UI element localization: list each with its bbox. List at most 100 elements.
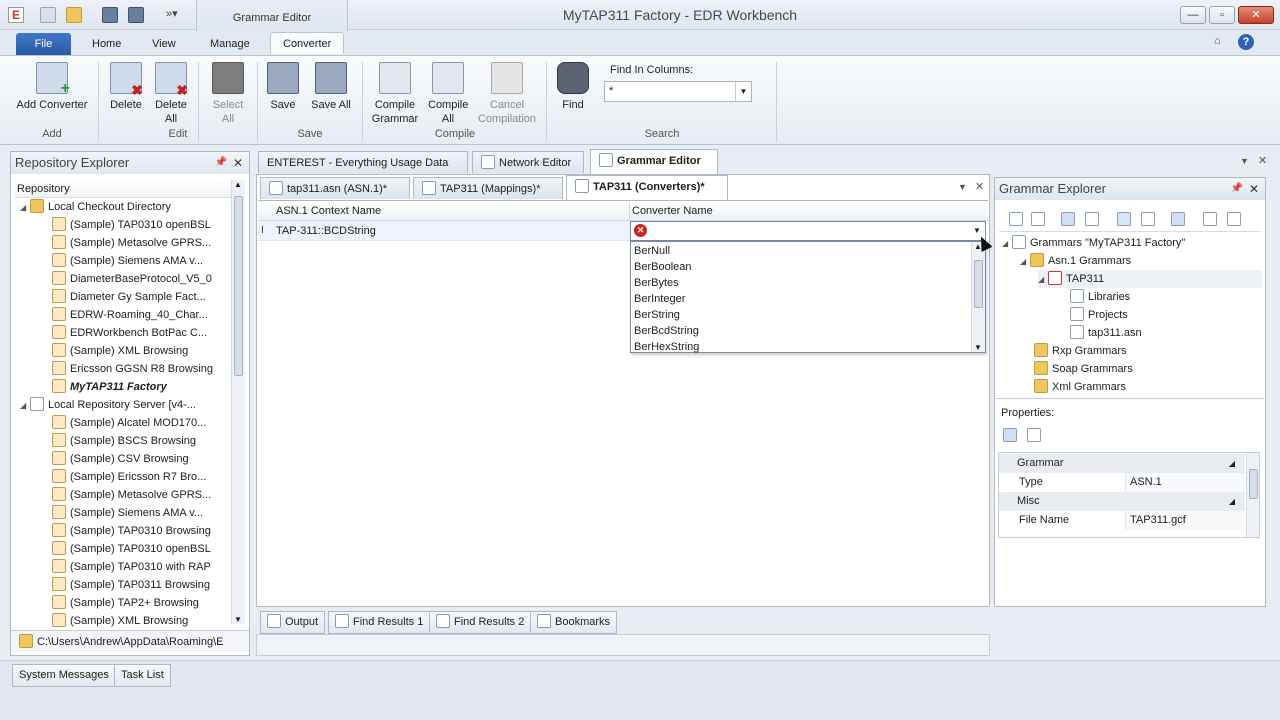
save-ribbon-button[interactable]: Save <box>265 62 301 112</box>
converter-name-cell-editor[interactable]: ✕ ▼ <box>630 221 986 241</box>
xml-grammars-node[interactable]: Xml Grammars <box>1034 378 1126 396</box>
libraries-node[interactable]: Libraries <box>1070 288 1130 306</box>
categorized-icon[interactable] <box>1003 428 1017 442</box>
table-view-icon[interactable] <box>1227 212 1241 226</box>
refresh-icon[interactable] <box>1117 212 1131 226</box>
prop-type-value[interactable]: ASN.1 <box>1125 473 1245 492</box>
grammar-close-panel-icon[interactable]: ✕ <box>1249 178 1259 200</box>
tab-system-messages[interactable]: System Messages <box>12 664 116 687</box>
tab-converter[interactable]: Converter <box>270 32 345 54</box>
tab-tap311-converters[interactable]: TAP311 (Converters)* <box>566 175 728 200</box>
select-all-button[interactable]: Select All <box>206 62 250 126</box>
help-icon[interactable]: ? <box>1238 34 1254 50</box>
expand-all-icon[interactable] <box>1009 212 1023 226</box>
tab-grammar-editor[interactable]: Grammar Editor <box>590 149 718 174</box>
prop-category-grammar[interactable]: Grammar ◢ <box>999 454 1245 473</box>
delete-all-button[interactable]: ✖ Delete All <box>152 62 190 126</box>
rxp-grammars-node[interactable]: Rxp Grammars <box>1034 342 1127 360</box>
dropdown-option[interactable]: BerInteger <box>634 291 685 307</box>
view-toggle-icon[interactable] <box>1171 212 1185 226</box>
tab-tap311-mappings[interactable]: TAP311 (Mappings)* <box>413 177 563 199</box>
repository-tree-item[interactable]: Diameter Gy Sample Fact... <box>52 288 206 306</box>
tab-bookmarks[interactable]: Bookmarks <box>530 611 618 634</box>
col-header-converter-name[interactable]: Converter Name <box>632 205 713 217</box>
tab-output[interactable]: Output <box>260 611 326 634</box>
tab-list-icon[interactable]: ▼ <box>1240 156 1249 166</box>
dropdown-option[interactable]: BerBcdString <box>634 323 699 339</box>
repository-tree-item[interactable]: (Sample) TAP2+ Browsing <box>52 594 199 612</box>
repository-tree-item[interactable]: (Sample) XML Browsing <box>52 612 188 630</box>
edit-icon[interactable] <box>40 7 56 23</box>
repository-tree-item[interactable]: EDRWorkbench BotPac C... <box>52 324 207 342</box>
tab-task-list[interactable]: Task List <box>114 664 171 687</box>
minimize-button[interactable]: — <box>1180 6 1206 24</box>
repository-tree-item[interactable]: (Sample) TAP0310 openBSL <box>52 216 211 234</box>
save-icon[interactable] <box>102 7 118 23</box>
tab-file[interactable]: File <box>16 33 71 55</box>
dropdown-option[interactable]: BerHexString <box>634 339 699 355</box>
prop-category-misc[interactable]: Misc ◢ <box>999 492 1245 511</box>
tab-tap311-asn[interactable]: tap311.asn (ASN.1)* <box>260 177 410 199</box>
soap-grammars-node[interactable]: Soap Grammars <box>1034 360 1133 378</box>
dropdown-option[interactable]: BerNull <box>634 243 670 259</box>
close-panel-icon[interactable]: ✕ <box>233 152 243 174</box>
repository-tree-item[interactable]: (Sample) Metasolve GPRS... <box>52 234 211 252</box>
add-converter-button[interactable]: + Add Converter <box>12 62 92 112</box>
cancel-compilation-button[interactable]: Cancel Compilation <box>476 62 538 126</box>
editor-tab-list-icon[interactable]: ▼ <box>958 182 967 192</box>
tap311-asn-node[interactable]: tap311.asn <box>1070 324 1142 342</box>
dropdown-option[interactable]: BerBoolean <box>634 259 692 275</box>
sort-descending-icon[interactable] <box>1085 212 1099 226</box>
ribbon-collapse-icon[interactable]: ⌂ <box>1214 35 1221 47</box>
combo-arrow-icon[interactable]: ▼ <box>735 82 751 101</box>
grid-view-icon[interactable] <box>1203 212 1217 226</box>
customize-quick-access-icon[interactable]: »▾ <box>166 7 178 20</box>
close-button[interactable]: ✕ <box>1238 6 1274 24</box>
compile-grammar-button[interactable]: Compile Grammar <box>368 62 422 126</box>
repository-tree-item[interactable]: (Sample) CSV Browsing <box>52 450 189 468</box>
property-scrollbar[interactable] <box>1246 453 1259 537</box>
repository-tree-item[interactable]: (Sample) Siemens AMA v... <box>52 252 203 270</box>
maximize-button[interactable]: ▫ <box>1209 6 1235 24</box>
converter-dropdown-list[interactable]: ▲ ▼ BerNull BerBoolean BerBytes BerInteger B… <box>630 241 986 353</box>
repository-tree-item[interactable]: (Sample) Ericsson R7 Bro... <box>52 468 206 486</box>
tab-view[interactable]: View <box>140 33 188 55</box>
repository-column-header[interactable]: Repository <box>15 180 232 198</box>
dropdown-option[interactable]: BerBytes <box>634 275 679 291</box>
repository-tree-item[interactable]: (Sample) TAP0310 with RAP <box>52 558 211 576</box>
copy-icon[interactable] <box>1141 212 1155 226</box>
find-button[interactable]: Find <box>556 62 590 112</box>
repository-tree-item[interactable]: Ericsson GGSN R8 Browsing <box>52 360 213 378</box>
close-editor-tab-icon[interactable]: ✕ <box>975 180 984 193</box>
app-icon[interactable]: E <box>8 7 24 23</box>
tree-node-local-server[interactable]: ◢ Local Repository Server [v4-... <box>20 396 196 414</box>
repository-tree-item[interactable]: EDRW-Roaming_40_Char... <box>52 306 208 324</box>
repository-tree-item[interactable]: (Sample) Alcatel MOD170... <box>52 414 206 432</box>
collapse-all-icon[interactable] <box>1031 212 1045 226</box>
tab-home[interactable]: Home <box>80 33 133 55</box>
repository-tree-item[interactable]: (Sample) TAP0310 openBSL <box>52 540 211 558</box>
repository-tree-item[interactable]: MyTAP311 Factory <box>52 378 167 396</box>
repository-tree-item[interactable]: DiameterBaseProtocol_V5_0 <box>52 270 212 288</box>
find-in-columns-combo[interactable]: * ▼ <box>604 81 752 102</box>
dropdown-scrollbar[interactable]: ▲ ▼ <box>971 242 985 352</box>
open-folder-icon[interactable] <box>66 7 82 23</box>
sort-ascending-icon[interactable] <box>1061 212 1075 226</box>
save-all-ribbon-button[interactable]: Save All <box>308 62 354 112</box>
prop-file-name-value[interactable]: TAP311.gcf <box>1125 511 1245 530</box>
repository-tree-item[interactable]: (Sample) XML Browsing <box>52 342 188 360</box>
repository-tree-item[interactable]: (Sample) TAP0310 Browsing <box>52 522 211 540</box>
pin-icon[interactable]: 📌 <box>215 152 227 174</box>
tab-find-results-2[interactable]: Find Results 2 <box>429 611 532 634</box>
repository-tree-item[interactable]: (Sample) TAP0311 Browsing <box>52 576 210 594</box>
repository-tree-item[interactable]: (Sample) Metasolve GPRS... <box>52 486 211 504</box>
tap311-node[interactable]: ◢ TAP311 <box>1038 270 1262 288</box>
repository-scrollbar[interactable]: ▲ ▼ <box>231 180 245 624</box>
tab-find-results-1[interactable]: Find Results 1 <box>328 611 431 634</box>
grammar-root-node[interactable]: ◢ Grammars "MyTAP311 Factory" <box>1002 234 1185 252</box>
compile-all-button[interactable]: Compile All <box>426 62 470 126</box>
save-all-icon[interactable] <box>128 7 144 23</box>
projects-node[interactable]: Projects <box>1070 306 1128 324</box>
repository-tree-item[interactable]: (Sample) Siemens AMA v... <box>52 504 203 522</box>
col-header-asn1-context[interactable]: ASN.1 Context Name <box>276 205 381 217</box>
